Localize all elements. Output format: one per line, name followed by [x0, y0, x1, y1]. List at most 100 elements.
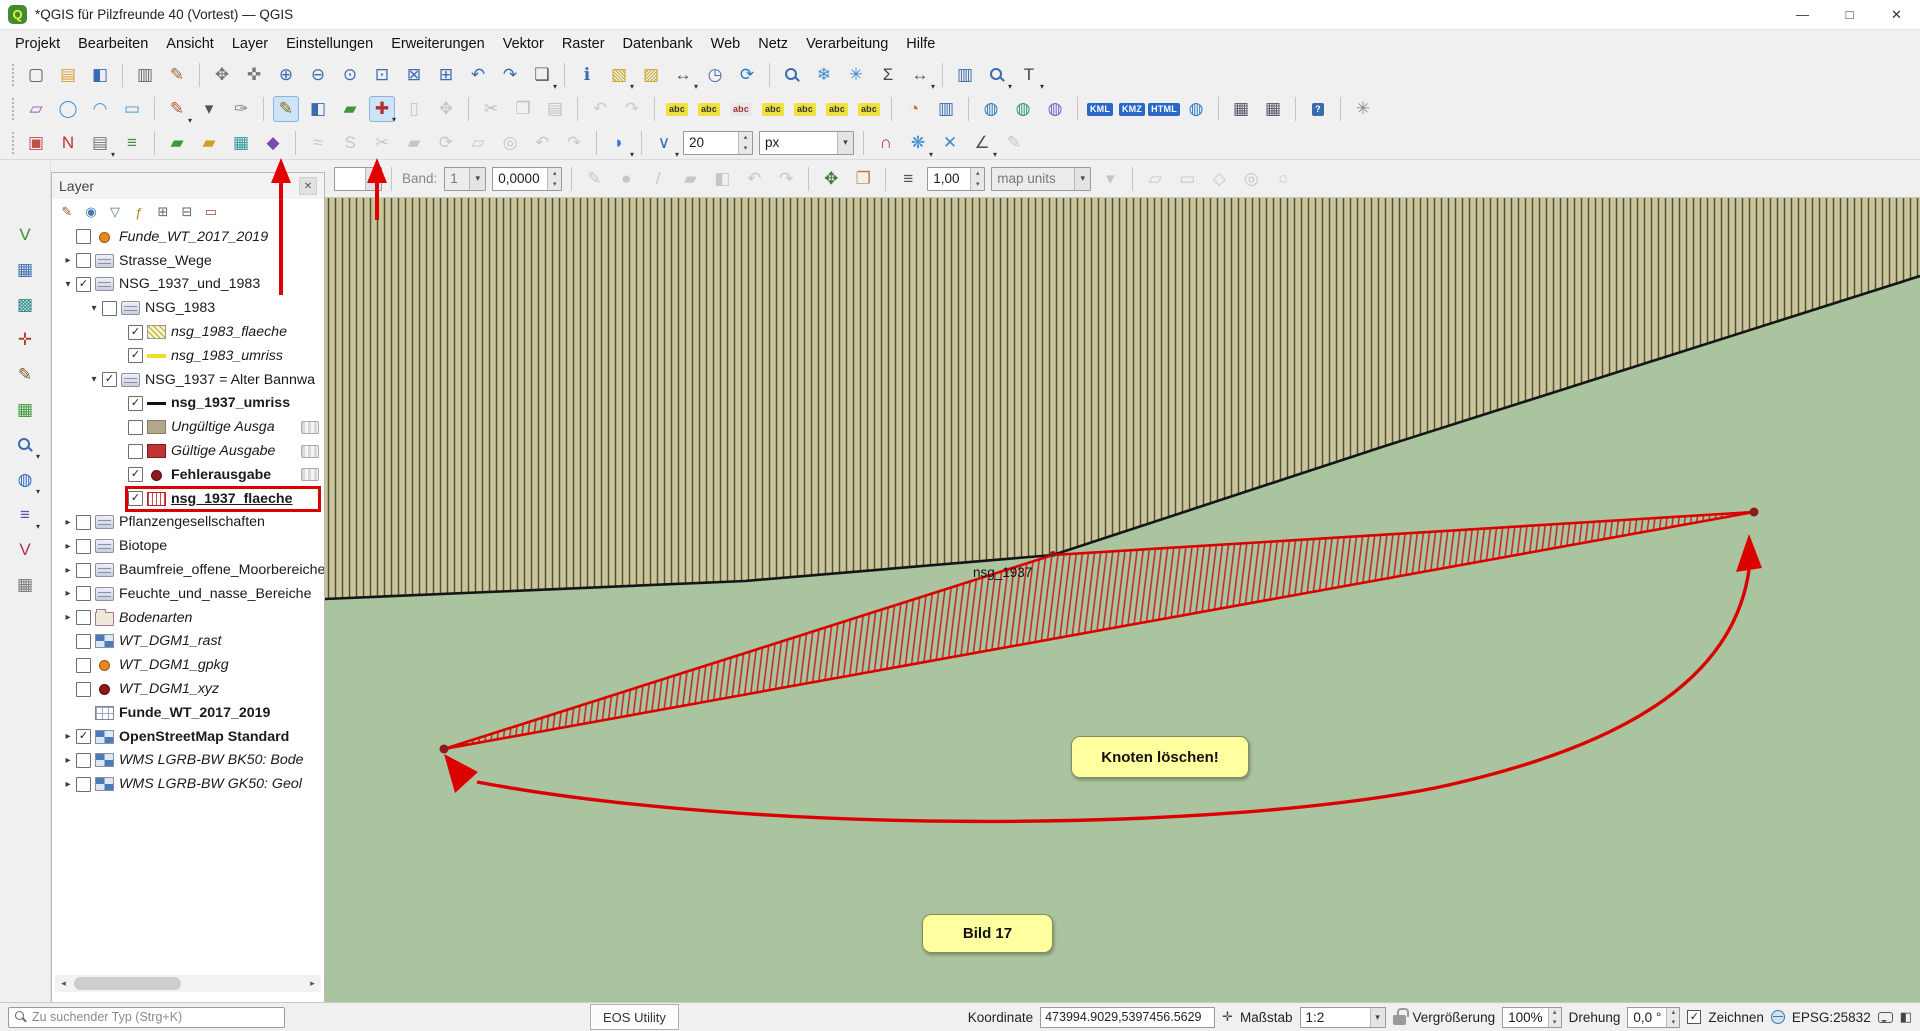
open-layer-styling-icon[interactable]: ✎ — [57, 202, 77, 222]
layer-tree-item[interactable]: ▾NSG_1983 — [52, 296, 324, 320]
coordinate-input[interactable] — [1040, 1007, 1215, 1028]
layer-tree-item[interactable]: ✓nsg_1937_flaeche — [52, 487, 324, 511]
render-checkbox[interactable]: ✓ — [1687, 1010, 1701, 1024]
construction-icon[interactable]: ✎ — [1001, 130, 1027, 156]
width-units-combo[interactable]: map units▾ — [991, 167, 1091, 191]
layer-tree-item[interactable]: Funde_WT_2017_2019 — [52, 701, 324, 725]
save-edits-icon[interactable]: ◧ — [305, 96, 331, 122]
copy-features-icon[interactable]: ❐ — [510, 96, 536, 122]
delete-selected-icon[interactable]: ▯ — [401, 96, 427, 122]
zoom-level-icon[interactable]: ▾ — [984, 62, 1010, 88]
vector-selection-icon[interactable]: ▱ — [23, 96, 49, 122]
move-feature-icon[interactable]: ✥ — [433, 96, 459, 122]
serval-polygon-icon[interactable]: ▰ — [677, 166, 703, 192]
layer-tree-item[interactable]: ▸Pflanzengesellschaften — [52, 511, 324, 535]
north-arrow-icon[interactable]: N — [55, 130, 81, 156]
elevation-profile-icon[interactable]: ✎ — [12, 362, 38, 388]
menu-hilfe[interactable]: Hilfe — [897, 33, 944, 55]
menu-layer[interactable]: Layer — [223, 33, 277, 55]
layer-visibility-checkbox[interactable]: ✓ — [128, 325, 143, 340]
paint-bucket-icon[interactable]: ◗▾ — [606, 130, 632, 156]
toolbar-handle[interactable] — [12, 64, 16, 86]
panel-close-button[interactable]: ✕ — [299, 177, 317, 195]
topology-checker-icon[interactable]: V — [12, 537, 38, 563]
layer-tree-item[interactable]: ▸✓OpenStreetMap Standard — [52, 725, 324, 749]
locator-search-input[interactable] — [32, 1010, 278, 1024]
vertex-marker-right[interactable] — [1750, 508, 1759, 517]
snapping-toggle-icon[interactable]: ∨▾ — [651, 130, 677, 156]
memory-layer-indicator-icon[interactable] — [301, 468, 319, 481]
snap-units-combo[interactable]: px▾ — [759, 131, 854, 155]
move-copy-icon[interactable]: ✥ — [818, 166, 844, 192]
layer-visibility-checkbox[interactable]: ✓ — [76, 277, 91, 292]
layer-tree-item[interactable]: ▸WMS LGRB-BW GK50: Geol — [52, 772, 324, 796]
offline-editing-icon[interactable]: ◍ — [1042, 96, 1068, 122]
layer-visibility-checkbox[interactable]: ✓ — [128, 348, 143, 363]
undo-adv-icon[interactable]: ↶ — [529, 130, 555, 156]
web-map-icon[interactable]: ◍ — [1183, 96, 1209, 122]
layer-tree-item[interactable]: Funde_WT_2017_2019 — [52, 225, 324, 249]
zoom-native-icon[interactable]: ⊙ — [337, 62, 363, 88]
serval-undo-icon[interactable]: ↶ — [741, 166, 767, 192]
layer-tree-item[interactable]: ▸Feuchte_und_nasse_Bereiche — [52, 582, 324, 606]
refresh-icon[interactable]: ⟳ — [734, 62, 760, 88]
layer-visibility-checkbox[interactable] — [76, 682, 91, 697]
new-map-view-icon[interactable]: ❏▾ — [529, 62, 555, 88]
collapse-icon[interactable]: ▾ — [86, 374, 102, 385]
purple-tool-icon[interactable]: ◆ — [260, 130, 286, 156]
layer-tree-item[interactable]: ▸Bodenarten — [52, 606, 324, 630]
plugin-tool-icon[interactable]: ✳ — [1350, 96, 1376, 122]
spin-down-icon[interactable]: ▾ — [1667, 1017, 1679, 1027]
layer-tree-item[interactable]: ▸WMS LGRB-BW BK50: Bode — [52, 749, 324, 773]
vertex-marker-mid[interactable] — [1050, 551, 1056, 557]
zoom-in-icon[interactable]: ⊕ — [273, 62, 299, 88]
magnet-icon[interactable]: ∩ — [873, 130, 899, 156]
menu-einstellungen[interactable]: Einstellungen — [277, 33, 382, 55]
clone-raster-icon[interactable]: ❐ — [850, 166, 876, 192]
layer-tree-item[interactable]: WT_DGM1_gpkg — [52, 653, 324, 677]
layer-tree-item[interactable]: ✓nsg_1983_flaeche — [52, 320, 324, 344]
minimize-button[interactable]: — — [1779, 0, 1826, 29]
simplify-feature-icon[interactable]: ▱ — [465, 130, 491, 156]
scale-combo[interactable]: 1:2 ▾ — [1300, 1007, 1386, 1028]
rotate-feature-icon[interactable]: ⟳ — [433, 130, 459, 156]
serval-line-icon[interactable]: / — [645, 166, 671, 192]
layer-visibility-checkbox[interactable] — [76, 777, 91, 792]
expand-icon[interactable]: ▸ — [60, 755, 76, 766]
memory-layer-indicator-icon[interactable] — [301, 421, 319, 434]
deselect-icon[interactable]: ▨ — [638, 62, 664, 88]
identify-icon[interactable]: ℹ — [574, 62, 600, 88]
collapse-icon[interactable]: ▾ — [86, 303, 102, 314]
raster-analysis-icon[interactable]: ▦ — [12, 257, 38, 283]
collapse-icon[interactable]: ▾ — [60, 279, 76, 290]
select-features-icon[interactable]: ▧▾ — [606, 62, 632, 88]
expand-icon[interactable]: ▸ — [60, 588, 76, 599]
map-canvas[interactable]: nsg_1937 Knoten löschen! Bild 17 — [325, 198, 1920, 1002]
layer-visibility-checkbox[interactable]: ✓ — [128, 396, 143, 411]
layer-visibility-checkbox[interactable]: ✓ — [76, 729, 91, 744]
delete-ring-icon[interactable]: ◎ — [497, 130, 523, 156]
maximize-button[interactable]: □ — [1826, 0, 1873, 29]
kml-export-icon[interactable]: KML — [1087, 96, 1113, 122]
zoom-layer-tool-icon[interactable]: ▾ — [12, 432, 38, 458]
layer-tree-item[interactable]: ▾✓NSG_1937 = Alter Bannwa — [52, 368, 324, 392]
data-table-icon[interactable]: ▦ — [12, 572, 38, 598]
yellow-capture-icon[interactable]: ▰ — [196, 130, 222, 156]
messages-icon[interactable] — [1878, 1012, 1893, 1023]
width-dd-icon[interactable]: ▾ — [1097, 166, 1123, 192]
label-unpin-icon[interactable]: abc — [728, 96, 754, 122]
toolbar-handle[interactable] — [12, 98, 16, 120]
label-rotate-icon[interactable]: abc — [824, 96, 850, 122]
digitize-menu-icon[interactable]: ▾ — [196, 96, 222, 122]
label-move-icon[interactable]: abc — [792, 96, 818, 122]
layer-visibility-checkbox[interactable]: ✓ — [102, 372, 117, 387]
scrollbar-thumb[interactable] — [74, 977, 181, 990]
expand-icon[interactable]: ▸ — [60, 255, 76, 266]
collapse-all-icon[interactable]: ⊟ — [177, 202, 197, 222]
toolbar-handle[interactable] — [12, 132, 16, 154]
extent-toggle-icon[interactable]: ✛ — [1222, 1009, 1233, 1025]
zoom-last-icon[interactable]: ↶ — [465, 62, 491, 88]
expand-icon[interactable]: ▸ — [60, 517, 76, 528]
layer-visibility-checkbox[interactable] — [76, 539, 91, 554]
processing-snowflake-icon[interactable]: ❄ — [811, 62, 837, 88]
